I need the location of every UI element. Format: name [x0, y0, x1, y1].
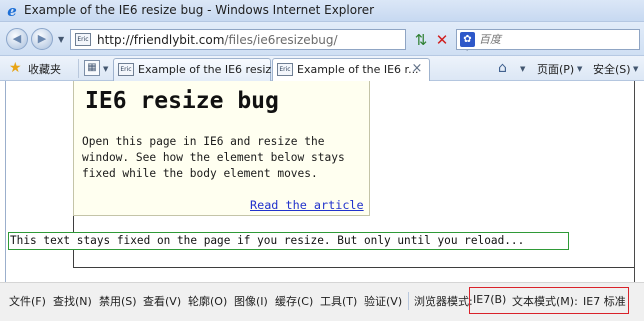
menu-view[interactable]: 查看(V)	[143, 293, 181, 309]
browser-mode-label: 浏览器模式:	[414, 295, 473, 308]
close-tab-icon[interactable]: ×	[409, 61, 425, 77]
forward-button[interactable]: ▶	[31, 28, 53, 50]
forward-arrow-icon: ▶	[37, 32, 47, 45]
menu-find[interactable]: 查找(N)	[53, 293, 92, 309]
developer-menu-bar: 文件(F) 查找(N) 禁用(S) 查看(V) 轮廓(O) 图像(I) 缓存(C…	[0, 282, 644, 321]
divider	[78, 59, 79, 78]
menu-validate[interactable]: 验证(V)	[364, 293, 402, 309]
tab-label: Example of the IE6 r...	[297, 63, 419, 76]
read-article-link[interactable]: Read the article	[250, 198, 364, 212]
menu-disable[interactable]: 禁用(S)	[99, 293, 137, 309]
menu-cache[interactable]: 缓存(C)	[275, 293, 313, 309]
navigation-bar: ◀ ▶ ▼ Eric http://friendlybit.com/files/…	[0, 22, 644, 56]
address-path: /files/ie6resizebug/	[224, 33, 338, 47]
baidu-paw-icon: ✿	[460, 32, 475, 47]
title-bar: e Example of the IE6 resize bug - Window…	[0, 0, 644, 22]
refresh-icon: ⇅	[414, 31, 428, 49]
highlight-box	[469, 287, 629, 314]
menu-images[interactable]: 图像(I)	[234, 293, 268, 309]
back-arrow-icon: ◀	[12, 32, 22, 45]
back-button[interactable]: ◀	[6, 28, 28, 50]
refresh-button[interactable]: ⇅	[411, 30, 431, 50]
search-input[interactable]	[479, 33, 629, 46]
quick-tabs-icon[interactable]: ▦	[84, 60, 100, 76]
safety-menu-dropdown[interactable]: ▼	[633, 65, 638, 73]
tab-2-active[interactable]: Eric Example of the IE6 r... ×	[272, 58, 430, 81]
favorites-bar: ★ 收藏夹 ▦ ▼ Eric Example of the IE6 resiz.…	[0, 56, 644, 81]
tab-label: Example of the IE6 resiz...	[138, 63, 282, 76]
safety-menu[interactable]: 安全(S)	[593, 61, 631, 77]
page-title: IE6 resize bug	[85, 88, 279, 114]
address-bar[interactable]: Eric http://friendlybit.com/files/ie6res…	[70, 29, 470, 52]
star-icon[interactable]: ★	[9, 60, 22, 76]
address-host: http://friendlybit.com	[97, 33, 225, 47]
page-menu[interactable]: 页面(P)	[537, 61, 574, 77]
article-box: IE6 resize bug Open this page in IE6 and…	[73, 81, 370, 216]
fixed-text: This text stays fixed on the page if you…	[10, 234, 525, 247]
tab-favicon-icon: Eric	[277, 63, 293, 76]
vertical-scrollbar[interactable]	[634, 81, 644, 282]
stop-button[interactable]: ✕	[432, 30, 452, 50]
search-box[interactable]: ✿	[456, 29, 640, 50]
article-paragraph: Open this page in IE6 and resize the win…	[82, 135, 345, 180]
page-menu-dropdown[interactable]: ▼	[577, 65, 582, 73]
tab-favicon-icon: Eric	[118, 63, 134, 76]
home-icon[interactable]: ⌂	[498, 60, 507, 76]
favorites-button[interactable]: 收藏夹	[28, 61, 61, 77]
window-title: Example of the IE6 resize bug - Windows …	[24, 3, 375, 17]
menu-tools[interactable]: 工具(T)	[320, 293, 357, 309]
address-url[interactable]: http://friendlybit.com/files/ie6resizebu…	[97, 33, 338, 47]
menu-outline[interactable]: 轮廓(O)	[188, 293, 227, 309]
divider	[408, 292, 409, 310]
page-content: IE6 resize bug Open this page in IE6 and…	[5, 81, 634, 282]
ie-logo-icon: e	[7, 2, 17, 20]
body-border-bottom	[73, 267, 634, 268]
site-favicon-icon: Eric	[75, 33, 91, 46]
menu-file[interactable]: 文件(F)	[9, 293, 46, 309]
tab-1[interactable]: Eric Example of the IE6 resiz...	[113, 58, 282, 81]
home-dropdown[interactable]: ▼	[520, 65, 525, 73]
recent-pages-dropdown[interactable]: ▼	[58, 35, 64, 44]
tab-list-dropdown[interactable]: ▼	[103, 65, 108, 73]
fixed-text-box: This text stays fixed on the page if you…	[8, 232, 569, 250]
stop-icon: ✕	[435, 31, 449, 49]
